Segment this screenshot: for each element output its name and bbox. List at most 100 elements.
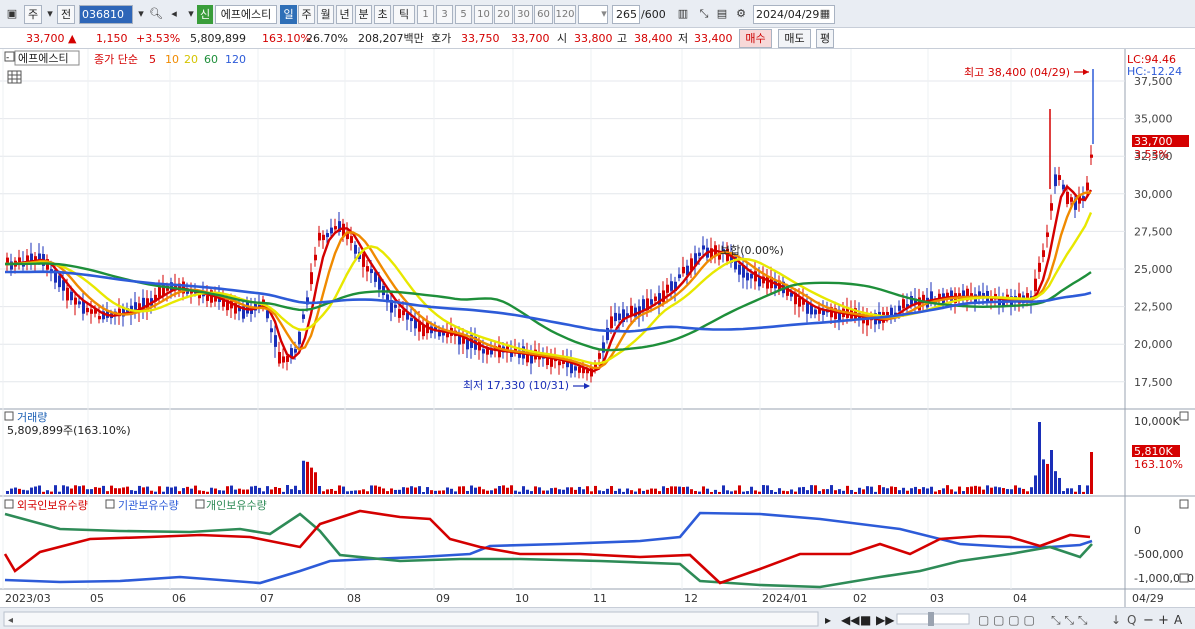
volume-bar <box>42 491 45 494</box>
minute-5[interactable]: 5 <box>455 5 472 24</box>
volume-bar <box>182 488 185 494</box>
minus-icon[interactable]: − <box>1143 613 1154 628</box>
period-second[interactable]: 초 <box>374 5 391 24</box>
volume-bar <box>222 490 225 494</box>
volume-bar <box>694 490 697 494</box>
layout-icons[interactable]: ▢ ▢ ▢ ▢ <box>978 613 1035 627</box>
volume-bar <box>438 490 441 494</box>
gear-icon[interactable]: ⚙ <box>733 6 749 22</box>
scroll-left-icon[interactable]: ◂ <box>8 615 13 626</box>
volume-bar <box>954 491 957 494</box>
sell-button[interactable]: 매도 <box>778 29 811 48</box>
volume-bar <box>1030 487 1033 494</box>
save-icon[interactable]: ▤ <box>714 6 730 22</box>
minute-3[interactable]: 3 <box>436 5 453 24</box>
volume-bar <box>854 491 857 494</box>
search-icon[interactable]: 🔍︎ <box>148 6 164 22</box>
minute-20[interactable]: 20 <box>494 5 513 24</box>
candle <box>370 269 373 274</box>
candle <box>822 310 825 315</box>
prev-button[interactable]: 전 <box>57 5 75 24</box>
volume-bar <box>798 487 801 494</box>
font-size-icon[interactable]: A <box>1174 613 1183 627</box>
minute-1[interactable]: 1 <box>417 5 434 24</box>
legend-box-icon[interactable]: - <box>6 53 9 63</box>
chevron-down-icon[interactable]: ▾ <box>133 6 149 22</box>
candle <box>302 314 305 319</box>
forward-icon[interactable]: ▶▶ <box>876 613 895 627</box>
period-week[interactable]: 주 <box>298 5 315 24</box>
count-input[interactable]: 265 <box>612 5 640 24</box>
volume-bar <box>634 491 637 494</box>
volume-bar <box>50 491 53 494</box>
period-month[interactable]: 월 <box>317 5 334 24</box>
stop-icon[interactable]: ■ <box>860 613 871 627</box>
minute-10[interactable]: 10 <box>474 5 493 24</box>
speaker-icon[interactable]: ◂ <box>166 6 182 22</box>
date-tick-label: 03 <box>930 592 944 605</box>
minute-60[interactable]: 60 <box>534 5 553 24</box>
stock-chart[interactable]: 37,50035,00032,50030,00027,50025,00022,5… <box>0 49 1195 629</box>
volume-bar <box>646 489 649 494</box>
candle <box>78 301 81 305</box>
zoom-out-icon[interactable]: Q <box>1127 613 1136 627</box>
period-day[interactable]: 일 <box>280 5 297 24</box>
last-price-tag: 33,700 <box>1134 135 1173 148</box>
volume-bar <box>558 489 561 494</box>
investor-pane-close-icon[interactable] <box>1179 499 1189 509</box>
trade-amount: 208,207백만 <box>358 32 424 45</box>
draw-icon[interactable]: ⤡ <box>696 6 712 22</box>
volume-bar <box>306 461 309 494</box>
volume-bar <box>1074 491 1077 494</box>
legend-stock-name: 에프에스티 <box>18 52 69 65</box>
chevron-down-icon[interactable]: ▾ <box>596 6 612 22</box>
volume-axis-label: 10,000K <box>1134 415 1180 428</box>
volume-bar <box>38 485 41 494</box>
eval-button[interactable]: 평 <box>816 29 834 48</box>
volume-bar <box>442 490 445 494</box>
period-year[interactable]: 년 <box>336 5 353 24</box>
calendar-icon[interactable]: ▦ <box>817 6 833 22</box>
chevron-down-icon[interactable]: ▾ <box>42 6 58 22</box>
period-tick[interactable]: 틱 <box>393 5 415 24</box>
volume-bar <box>914 486 917 494</box>
volume-bar <box>674 486 677 494</box>
volume-bar <box>162 491 165 494</box>
volume-bar <box>230 485 233 494</box>
volume-bar <box>114 488 117 494</box>
volume-bar <box>582 489 585 494</box>
stock-code-input[interactable]: 036810 <box>79 5 133 24</box>
volume-bar <box>158 486 161 494</box>
candle <box>206 295 209 301</box>
draw-tools-icon[interactable]: ⤡ ⤡ ⤡ <box>1051 613 1088 627</box>
volume-pane-close-icon[interactable] <box>1179 411 1189 421</box>
date-tick-label: 04/29 <box>1132 592 1164 605</box>
volume-bar <box>550 488 553 494</box>
bid-label: 호가 <box>431 32 452 45</box>
table-icon[interactable] <box>7 70 22 84</box>
scroll-down-icon[interactable]: ↓ <box>1111 613 1121 627</box>
pane-close-icon[interactable] <box>1179 573 1189 583</box>
volume-bar <box>738 485 741 494</box>
candle <box>902 299 905 309</box>
volume-bar <box>870 486 873 494</box>
volume-bar <box>650 488 653 494</box>
buy-button[interactable]: 매수 <box>739 29 772 48</box>
period-minute[interactable]: 분 <box>355 5 372 24</box>
candles-icon[interactable]: ▥ <box>675 6 691 22</box>
window-icon[interactable]: ▣ <box>4 6 20 22</box>
minute-120[interactable]: 120 <box>554 5 576 24</box>
volume-bar <box>106 491 109 494</box>
minute-30[interactable]: 30 <box>514 5 533 24</box>
volume-bar <box>530 491 533 494</box>
chart-type-select[interactable]: 주 <box>24 5 42 24</box>
rewind-icon[interactable]: ◀◀ <box>841 613 860 627</box>
volume-bar <box>314 472 317 494</box>
volume-bar <box>330 488 333 494</box>
plus-icon[interactable]: + <box>1158 613 1169 628</box>
play-icon[interactable]: ▸ <box>825 613 831 627</box>
date-tick-label: 08 <box>347 592 361 605</box>
volume-bar <box>170 487 173 494</box>
candle <box>326 233 329 238</box>
volume-bar <box>110 485 113 494</box>
